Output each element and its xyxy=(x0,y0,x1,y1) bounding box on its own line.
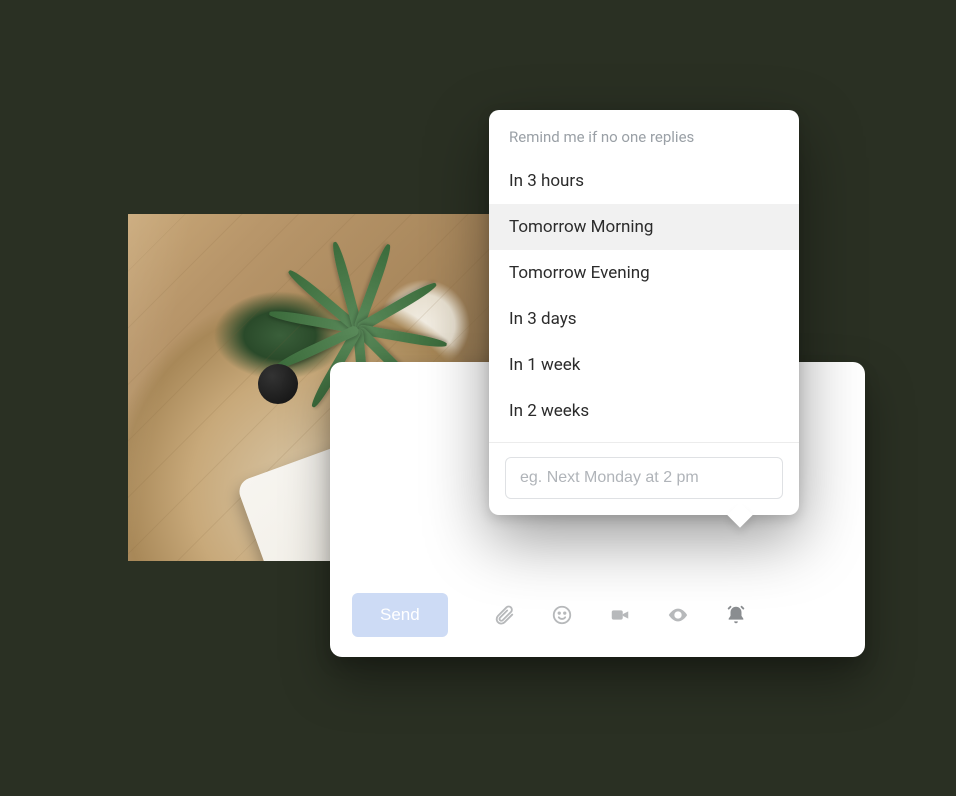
reminder-title: Remind me if no one replies xyxy=(489,110,799,158)
eye-icon[interactable] xyxy=(666,603,690,627)
reminder-popover: Remind me if no one replies In 3 hours T… xyxy=(489,110,799,515)
send-button[interactable]: Send xyxy=(352,593,448,637)
custom-time-input[interactable] xyxy=(505,457,783,499)
plant-pot xyxy=(258,364,298,404)
reminder-option-tomorrow-evening[interactable]: Tomorrow Evening xyxy=(489,250,799,296)
emoji-icon[interactable] xyxy=(550,603,574,627)
reminder-option-tomorrow-morning[interactable]: Tomorrow Morning xyxy=(489,204,799,250)
bell-icon[interactable] xyxy=(724,603,748,627)
divider xyxy=(489,442,799,443)
video-icon[interactable] xyxy=(608,603,632,627)
compose-toolbar: Send xyxy=(330,593,865,637)
reminder-option-3-days[interactable]: In 3 days xyxy=(489,296,799,342)
reminder-option-3-hours[interactable]: In 3 hours xyxy=(489,158,799,204)
attachment-icon[interactable] xyxy=(492,603,516,627)
reminder-option-2-weeks[interactable]: In 2 weeks xyxy=(489,388,799,434)
reminder-option-1-week[interactable]: In 1 week xyxy=(489,342,799,388)
